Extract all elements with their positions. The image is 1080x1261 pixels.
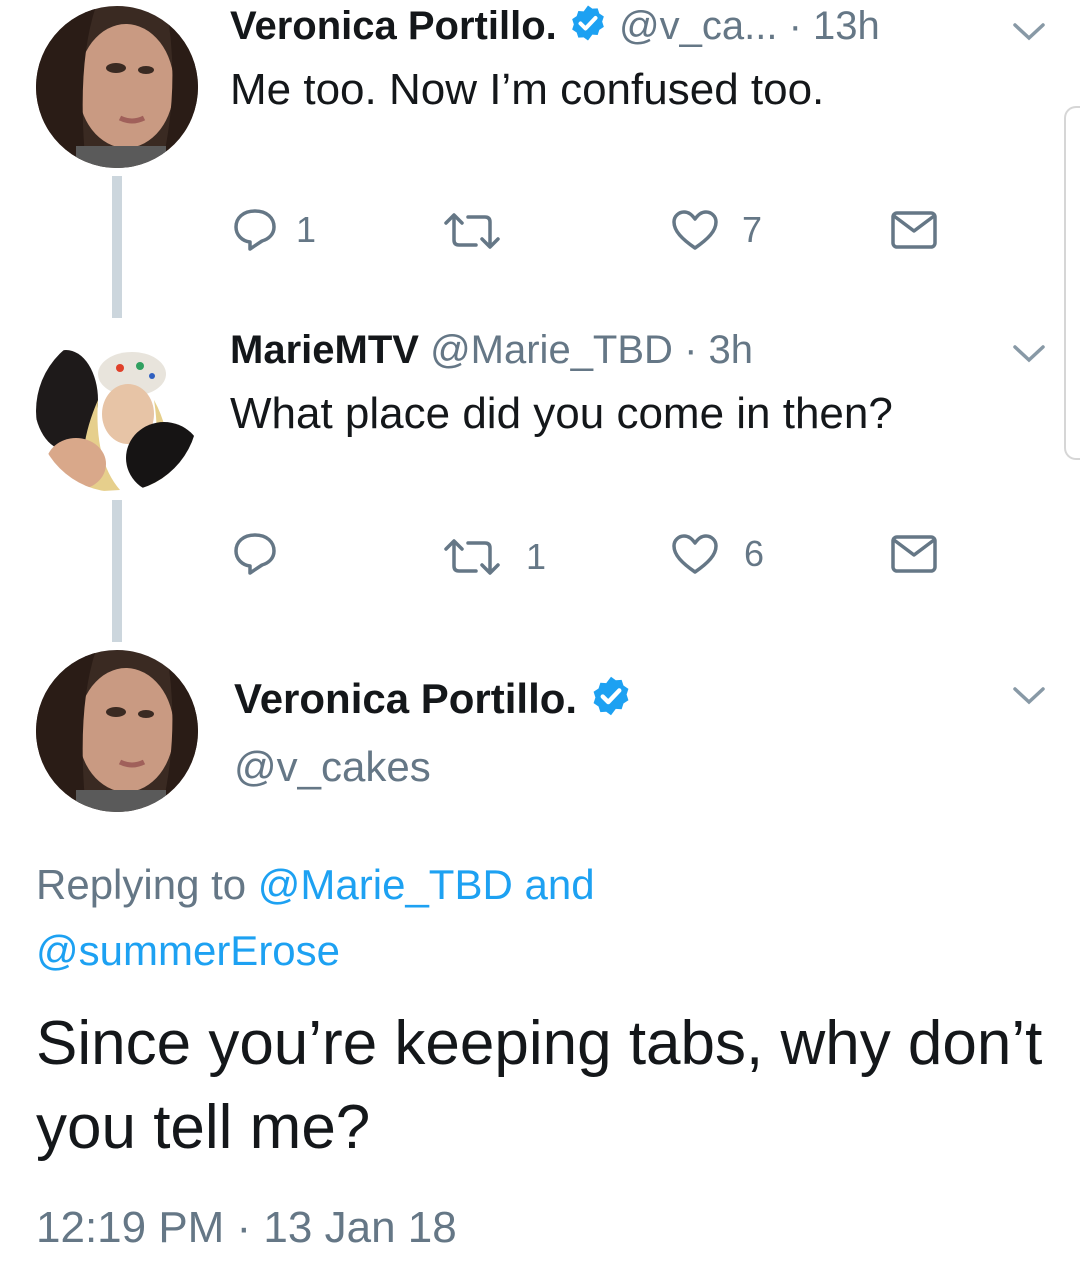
reply-icon — [232, 532, 278, 576]
retweet-button[interactable]: 1 — [442, 536, 546, 578]
main-tweet-author: Veronica Portillo. — [234, 674, 633, 729]
like-count: 7 — [742, 209, 763, 250]
retweet-count: 1 — [526, 536, 547, 577]
mention-link[interactable]: @Marie_TBD — [258, 861, 513, 908]
tweet-2-header: MarieMTV @Marie_TBD · 3h — [230, 326, 753, 374]
tweet-time[interactable]: 3h — [709, 328, 754, 372]
avatar-veronica[interactable] — [36, 6, 198, 168]
replying-prefix: Replying to — [36, 861, 247, 908]
chevron-down-icon[interactable] — [1012, 344, 1046, 369]
author-handle[interactable]: @v_ca... — [619, 4, 777, 48]
retweet-icon — [442, 212, 502, 250]
separator-dot: · — [684, 328, 698, 372]
thread-line — [112, 176, 122, 318]
main-tweet-text: Since you’re keeping tabs, why don’t you… — [36, 1009, 1043, 1162]
dm-icon — [890, 534, 938, 574]
dm-button[interactable] — [890, 534, 938, 574]
verified-badge-icon — [568, 3, 608, 54]
like-icon — [670, 208, 720, 252]
retweet-button[interactable] — [442, 212, 518, 250]
like-count: 6 — [744, 533, 765, 574]
dm-button[interactable] — [890, 210, 938, 250]
chevron-down-icon[interactable] — [1012, 686, 1046, 711]
timestamp[interactable]: 12:19 PM · 13 Jan 18 — [36, 1202, 457, 1254]
separator-dot: · — [788, 4, 802, 48]
replying-and[interactable]: and — [524, 861, 594, 908]
tweet-text: Me too. Now I’m confused too. — [230, 65, 825, 114]
like-icon — [670, 532, 720, 576]
reply-count: 1 — [296, 209, 317, 250]
verified-badge-icon — [589, 674, 633, 729]
scrollbar[interactable] — [1064, 106, 1080, 460]
thread-line — [112, 500, 122, 642]
chevron-down-icon[interactable] — [1012, 22, 1046, 47]
retweet-icon — [442, 538, 502, 576]
tweet-text: What place did you come in then? — [230, 389, 893, 438]
avatar-marie[interactable] — [36, 330, 198, 492]
mention-link[interactable]: @summerErose — [36, 927, 340, 974]
like-button[interactable]: 7 — [670, 208, 762, 252]
like-button[interactable]: 6 — [670, 532, 764, 576]
reply-icon — [232, 208, 278, 252]
tweet-time[interactable]: 13h — [813, 4, 880, 48]
author-name[interactable]: Veronica Portillo. — [234, 675, 577, 722]
tweet-1-header: Veronica Portillo. @v_ca... · 13h — [230, 2, 880, 54]
reply-button[interactable]: 1 — [232, 208, 316, 252]
dm-icon — [890, 210, 938, 250]
reply-button[interactable] — [232, 532, 296, 576]
replying-to: Replying to @Marie_TBD and @summerErose — [36, 852, 1036, 984]
avatar-veronica[interactable] — [36, 650, 198, 812]
author-name[interactable]: MarieMTV — [230, 328, 419, 372]
author-handle[interactable]: @Marie_TBD — [430, 328, 673, 372]
author-handle[interactable]: @v_cakes — [234, 742, 431, 792]
author-name[interactable]: Veronica Portillo. — [230, 4, 557, 48]
